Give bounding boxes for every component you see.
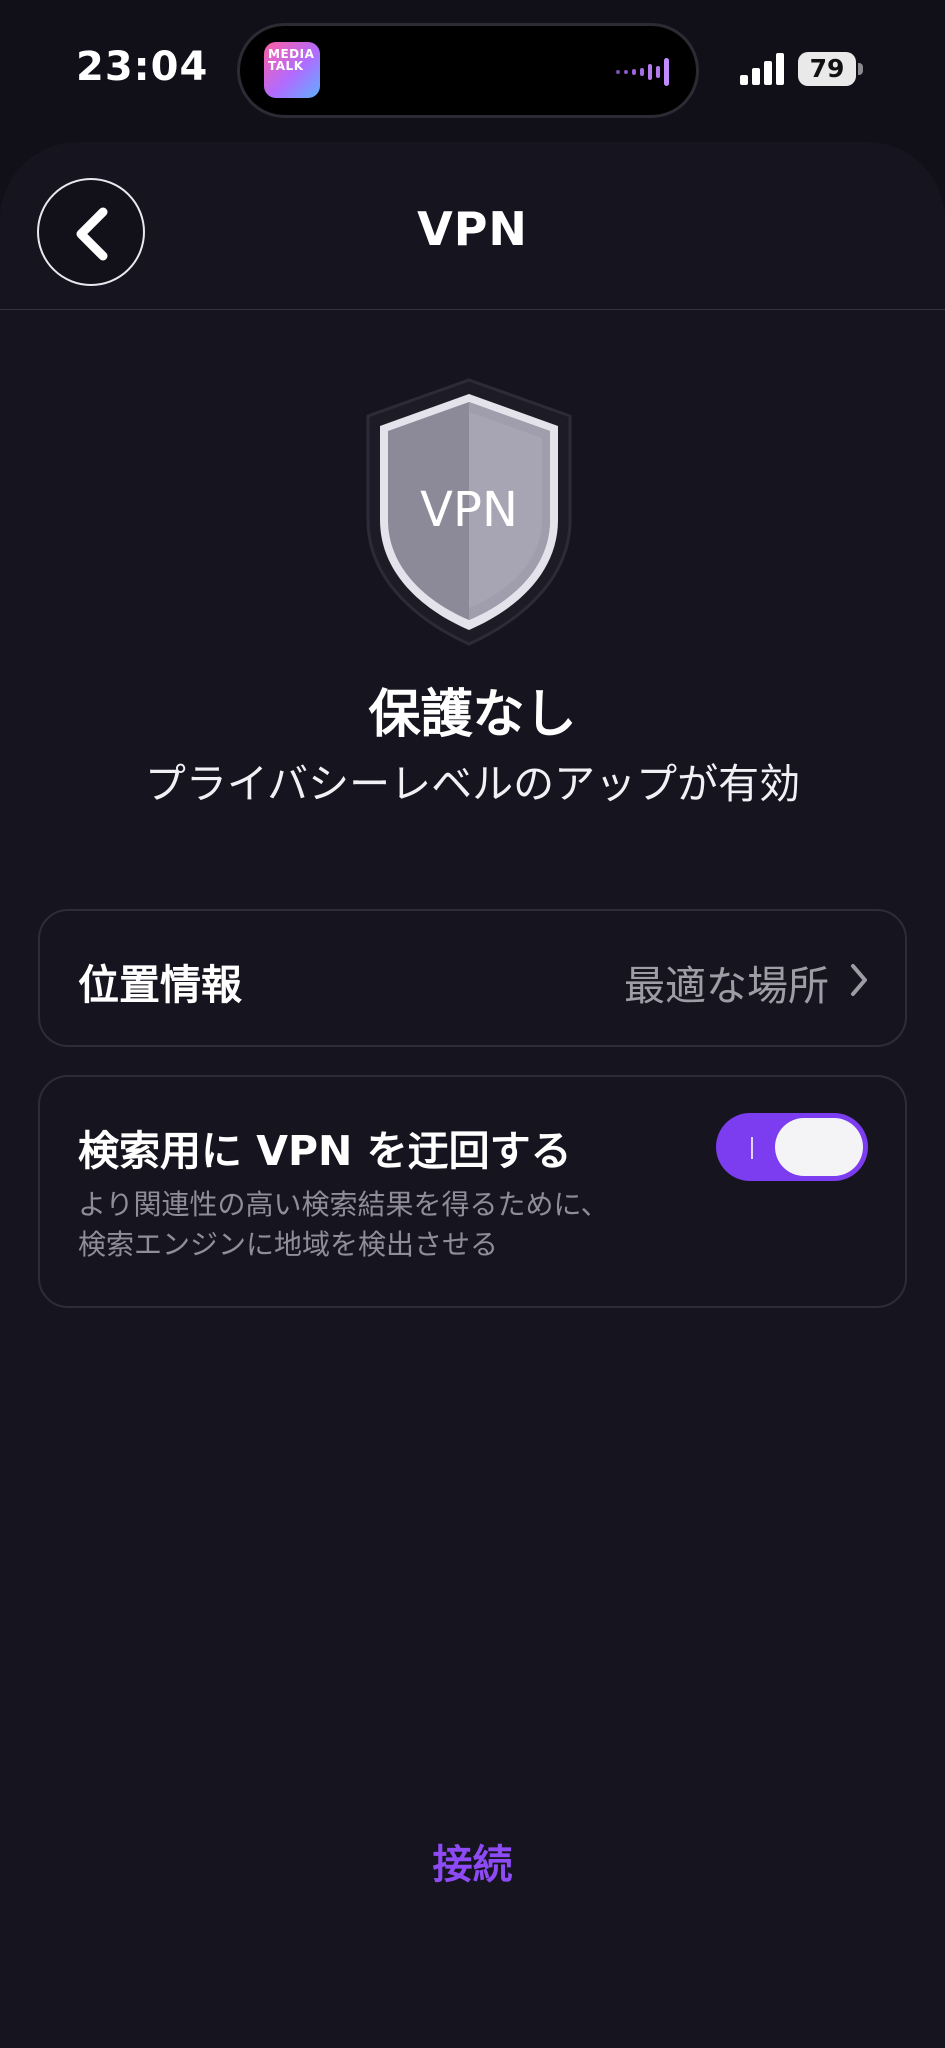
location-row[interactable]: 位置情報 最適な場所 <box>38 909 907 1047</box>
location-label: 位置情報 <box>78 961 242 1009</box>
bypass-search-title: 検索用に VPN を迂回する <box>78 1127 572 1175</box>
battery-icon: 79 <box>798 52 856 86</box>
location-value: 最適な場所 <box>624 962 829 1010</box>
protection-status-title: 保護なし <box>368 685 577 745</box>
shield-label: VPN <box>420 482 518 538</box>
connect-button[interactable]: 接続 <box>0 1832 945 1890</box>
battery-tip <box>858 63 863 75</box>
navigation-bar: VPN <box>0 142 945 310</box>
page-title: VPN <box>417 202 528 256</box>
status-bar: 23:04 MEDIA TALK 79 <box>0 0 945 140</box>
toggle-knob <box>775 1118 863 1176</box>
vpn-sheet: VPN VPN 保護なし プライバシーレベルのアップが有効 位置情報 最適な場所… <box>0 142 945 2048</box>
screen: 23:04 MEDIA TALK 79 VPN VPN 保護なし プライバシーレ… <box>0 0 945 2048</box>
bypass-search-description: より関連性の高い検索結果を得るために、 検索エンジンに地域を検出させる <box>78 1188 609 1261</box>
chevron-right-icon <box>851 964 867 996</box>
status-time: 23:04 <box>76 44 209 90</box>
app-thumbnail-text: MEDIA TALK <box>268 47 315 73</box>
dynamic-island[interactable]: MEDIA TALK <box>237 23 699 118</box>
audio-wave-icon <box>616 58 669 86</box>
now-playing-app-icon[interactable]: MEDIA TALK <box>264 42 320 98</box>
toggle-on-mark <box>751 1137 753 1159</box>
protection-status-subtitle: プライバシーレベルのアップが有効 <box>144 760 801 808</box>
cellular-signal-icon <box>740 53 784 85</box>
bypass-search-row: 検索用に VPN を迂回する より関連性の高い検索結果を得るために、 検索エンジ… <box>38 1075 907 1308</box>
bypass-search-toggle[interactable] <box>716 1113 868 1181</box>
